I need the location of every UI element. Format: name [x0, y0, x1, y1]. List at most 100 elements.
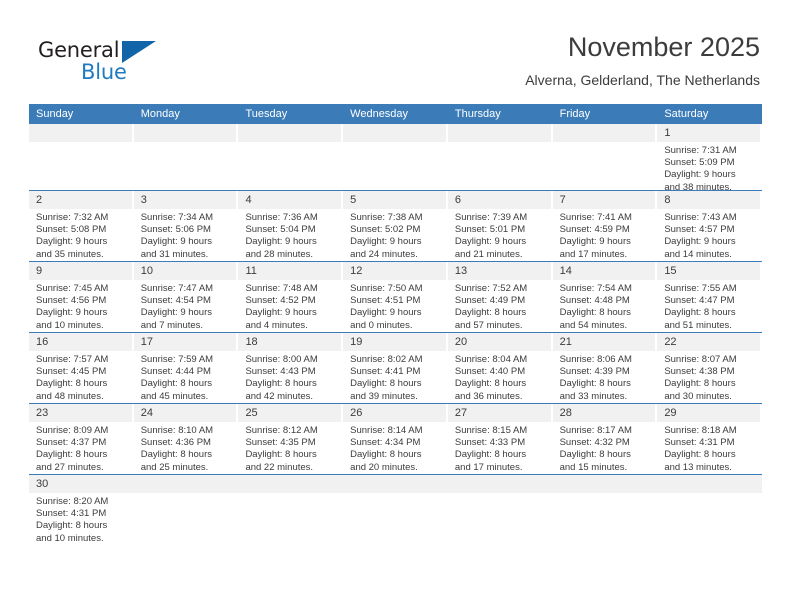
day-cell[interactable]: 9 Sunrise: 7:45 AM Sunset: 4:56 PM Daylight… [29, 262, 134, 332]
day-cell-empty [238, 124, 344, 190]
daylight-text-line1: Daylight: 8 hours [350, 378, 422, 390]
sunrise-text: Sunrise: 8:15 AM [454, 425, 528, 436]
day-info: Sunrise: 8:14 AM Sunset: 4:34 PM Daylight:… [343, 422, 448, 480]
day-number: 1 [657, 124, 761, 142]
day-cell[interactable]: 25 Sunrise: 8:12 AM Sunset: 4:35 PM Dayligh… [238, 404, 344, 474]
day-cell[interactable]: 21 Sunrise: 8:06 AM Sunset: 4:39 PM Dayligh… [552, 333, 658, 403]
sunrise-text: Sunrise: 7:32 AM [36, 212, 109, 223]
daylight-text-line2: and 10 minutes. [36, 319, 104, 331]
day-cell[interactable]: 30 Sunrise: 8:20 AM Sunset: 4:31 PM Dayligh… [29, 475, 134, 559]
daylight-text-line1: Daylight: 8 hours [140, 378, 213, 390]
day-cell[interactable]: 22 Sunrise: 8:07 AM Sunset: 4:38 PM Dayligh… [657, 333, 763, 403]
day-info: Sunrise: 8:09 AM Sunset: 4:37 PM Daylight:… [29, 422, 134, 480]
day-number: 19 [343, 333, 446, 351]
day-cell[interactable]: 18 Sunrise: 8:00 AM Sunset: 4:43 PM Dayligh… [238, 333, 344, 403]
logo-text-general: General [38, 38, 120, 62]
sunrise-text: Sunrise: 8:17 AM [559, 425, 632, 436]
day-cell[interactable]: 6 Sunrise: 7:39 AM Sunset: 5:01 PM Daylight… [447, 191, 553, 261]
day-cell[interactable]: 26 Sunrise: 8:14 AM Sunset: 4:34 PM Dayligh… [343, 404, 448, 474]
sunset-text: Sunset: 4:41 PM [350, 366, 421, 378]
daylight-text-line2: and 36 minutes. [454, 390, 523, 402]
day-cell[interactable]: 12 Sunrise: 7:50 AM Sunset: 4:51 PM Dayligh… [343, 262, 448, 332]
weekday-header-monday: Monday [140, 108, 180, 120]
day-number: 25 [238, 404, 342, 422]
title-block: November 2025 Alverna, Gelderland, The N… [525, 30, 760, 89]
day-cell[interactable]: 17 Sunrise: 7:59 AM Sunset: 4:44 PM Dayligh… [133, 333, 239, 403]
daylight-text-line1: Daylight: 8 hours [36, 449, 108, 461]
sunset-text: Sunset: 4:54 PM [140, 295, 211, 307]
day-cell-empty [448, 475, 553, 559]
day-cell[interactable]: 20 Sunrise: 8:04 AM Sunset: 4:40 PM Dayligh… [447, 333, 553, 403]
day-cell[interactable]: 2 Sunrise: 7:32 AM Sunset: 5:08 PM Daylight… [29, 191, 134, 261]
day-cell[interactable]: 10 Sunrise: 7:47 AM Sunset: 4:54 PM Dayligh… [133, 262, 239, 332]
day-info: Sunrise: 8:07 AM Sunset: 4:38 PM Daylight:… [657, 351, 762, 409]
day-number: 28 [552, 404, 656, 422]
sunrise-text: Sunrise: 8:10 AM [140, 425, 214, 436]
daylight-text-line1: Daylight: 9 hours [664, 236, 736, 248]
sunrise-text: Sunrise: 8:20 AM [36, 496, 109, 507]
general-blue-logo[interactable]: General Blue [38, 38, 208, 90]
day-cell[interactable]: 19 Sunrise: 8:02 AM Sunset: 4:41 PM Dayligh… [343, 333, 448, 403]
day-info: Sunrise: 7:55 AM Sunset: 4:47 PM Daylight:… [657, 280, 762, 338]
day-cell[interactable]: 5 Sunrise: 7:38 AM Sunset: 5:02 PM Daylight… [343, 191, 448, 261]
sunset-text: Sunset: 4:37 PM [36, 437, 107, 449]
day-info: Sunrise: 7:52 AM Sunset: 4:49 PM Daylight:… [448, 280, 553, 338]
day-cell[interactable]: 14 Sunrise: 7:54 AM Sunset: 4:48 PM Dayligh… [552, 262, 658, 332]
blue-triangle-flag-icon [122, 41, 156, 63]
day-cell[interactable]: 1 Sunrise: 7:31 AM Sunset: 5:09 PM Daylight… [657, 124, 763, 193]
daylight-text-line2: and 10 minutes. [36, 532, 104, 544]
calendar-week-row: 30 Sunrise: 8:20 AM Sunset: 4:31 PM Dayligh… [29, 475, 762, 559]
day-cell[interactable]: 27 Sunrise: 8:15 AM Sunset: 4:33 PM Dayligh… [447, 404, 553, 474]
day-number: 11 [238, 262, 342, 280]
day-cell[interactable]: 3 Sunrise: 7:34 AM Sunset: 5:06 PM Daylight… [133, 191, 239, 261]
sunset-text: Sunset: 4:31 PM [664, 437, 735, 449]
daylight-text-line2: and 4 minutes. [245, 319, 308, 331]
day-number: 12 [343, 262, 446, 280]
weekday-header-saturday: Saturday [664, 108, 709, 120]
logo-text-blue: Blue [81, 60, 127, 84]
day-cell[interactable]: 13 Sunrise: 7:52 AM Sunset: 4:49 PM Dayligh… [447, 262, 553, 332]
day-info: Sunrise: 7:41 AM Sunset: 4:59 PM Daylight:… [553, 209, 658, 267]
sunrise-text: Sunrise: 7:43 AM [664, 212, 737, 223]
sunset-text: Sunset: 4:35 PM [245, 437, 316, 449]
day-number: 7 [552, 191, 656, 209]
day-cell[interactable]: 24 Sunrise: 8:10 AM Sunset: 4:36 PM Dayligh… [133, 404, 239, 474]
sunset-text: Sunset: 4:51 PM [350, 295, 421, 307]
day-cell-empty [447, 124, 553, 190]
day-number [343, 124, 446, 142]
daylight-text-line1: Daylight: 8 hours [664, 378, 736, 390]
day-cell[interactable]: 8 Sunrise: 7:43 AM Sunset: 4:57 PM Daylight… [657, 191, 763, 261]
daylight-text-line2: and 39 minutes. [350, 390, 418, 402]
day-number [29, 124, 132, 142]
calendar-grid: Sunday Monday Tuesday Wednesday Thursday… [29, 104, 763, 559]
day-info: Sunrise: 8:12 AM Sunset: 4:35 PM Daylight:… [238, 422, 343, 480]
sunrise-text: Sunrise: 8:00 AM [245, 354, 318, 365]
day-cell[interactable]: 23 Sunrise: 8:09 AM Sunset: 4:37 PM Dayligh… [29, 404, 134, 474]
daylight-text-line2: and 15 minutes. [559, 461, 628, 473]
day-cell[interactable]: 11 Sunrise: 7:48 AM Sunset: 4:52 PM Dayligh… [238, 262, 344, 332]
sunrise-text: Sunrise: 7:59 AM [140, 354, 214, 365]
day-info: Sunrise: 7:39 AM Sunset: 5:01 PM Daylight:… [448, 209, 553, 267]
sunset-text: Sunset: 4:36 PM [140, 437, 211, 449]
day-info: Sunrise: 8:00 AM Sunset: 4:43 PM Daylight:… [238, 351, 343, 409]
daylight-text-line1: Daylight: 9 hours [140, 307, 213, 319]
day-cell[interactable]: 29 Sunrise: 8:18 AM Sunset: 4:31 PM Dayligh… [657, 404, 763, 474]
day-cell[interactable]: 16 Sunrise: 7:57 AM Sunset: 4:45 PM Dayligh… [29, 333, 134, 403]
sunrise-text: Sunrise: 8:06 AM [559, 354, 632, 365]
sunset-text: Sunset: 4:59 PM [559, 224, 630, 236]
daylight-text-line2: and 33 minutes. [559, 390, 628, 402]
day-cell[interactable]: 28 Sunrise: 8:17 AM Sunset: 4:32 PM Dayligh… [552, 404, 658, 474]
day-number: 16 [29, 333, 132, 351]
sunrise-text: Sunrise: 8:18 AM [664, 425, 737, 436]
day-number: 22 [657, 333, 761, 351]
day-cell[interactable]: 7 Sunrise: 7:41 AM Sunset: 4:59 PM Daylight… [552, 191, 658, 261]
day-number [552, 124, 656, 142]
sunset-text: Sunset: 4:57 PM [664, 224, 735, 236]
day-info: Sunrise: 7:50 AM Sunset: 4:51 PM Daylight:… [343, 280, 448, 338]
day-info: Sunrise: 8:20 AM Sunset: 4:31 PM Daylight:… [29, 493, 134, 551]
sunset-text: Sunset: 5:04 PM [245, 224, 316, 236]
day-cell[interactable]: 4 Sunrise: 7:36 AM Sunset: 5:04 PM Daylight… [238, 191, 344, 261]
sunrise-text: Sunrise: 7:55 AM [664, 283, 737, 294]
day-cell[interactable]: 15 Sunrise: 7:55 AM Sunset: 4:47 PM Dayligh… [657, 262, 763, 332]
day-info: Sunrise: 8:02 AM Sunset: 4:41 PM Daylight:… [343, 351, 448, 409]
